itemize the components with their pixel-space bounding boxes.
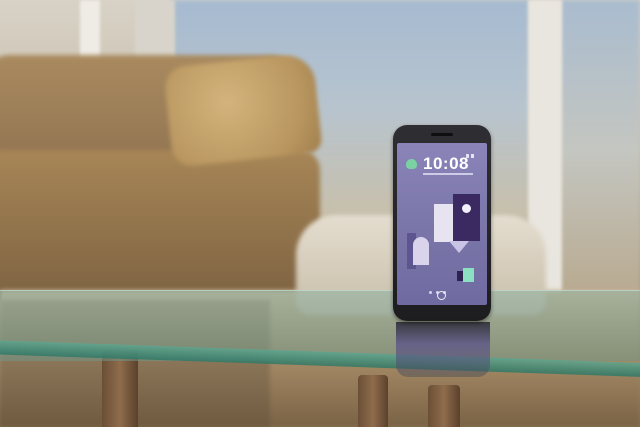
home-icon[interactable] xyxy=(437,291,446,300)
page-dot xyxy=(429,291,432,294)
weather-icon xyxy=(406,159,417,169)
table-leg xyxy=(102,350,138,427)
wallpaper-shape xyxy=(463,268,474,282)
sofa-seat xyxy=(0,150,320,300)
table-leg xyxy=(358,375,388,427)
phone-speaker xyxy=(431,133,453,136)
wallpaper-shape xyxy=(462,204,471,213)
photo-scene: 10:08 xyxy=(0,0,640,427)
table-leg xyxy=(428,385,460,427)
phone-screen: 10:08 xyxy=(397,143,487,305)
window-view-right xyxy=(560,0,640,300)
date-line xyxy=(423,173,473,175)
wallpaper-shape xyxy=(449,241,469,253)
smartphone: 10:08 xyxy=(393,125,491,321)
phone-reflection xyxy=(396,322,490,377)
status-bar xyxy=(464,145,484,158)
wallpaper-shape xyxy=(413,237,429,265)
battery-icon xyxy=(471,154,474,158)
clock-time: 10:08 xyxy=(423,154,469,173)
sofa-pillow xyxy=(163,52,323,168)
wallpaper-shape xyxy=(453,194,480,241)
